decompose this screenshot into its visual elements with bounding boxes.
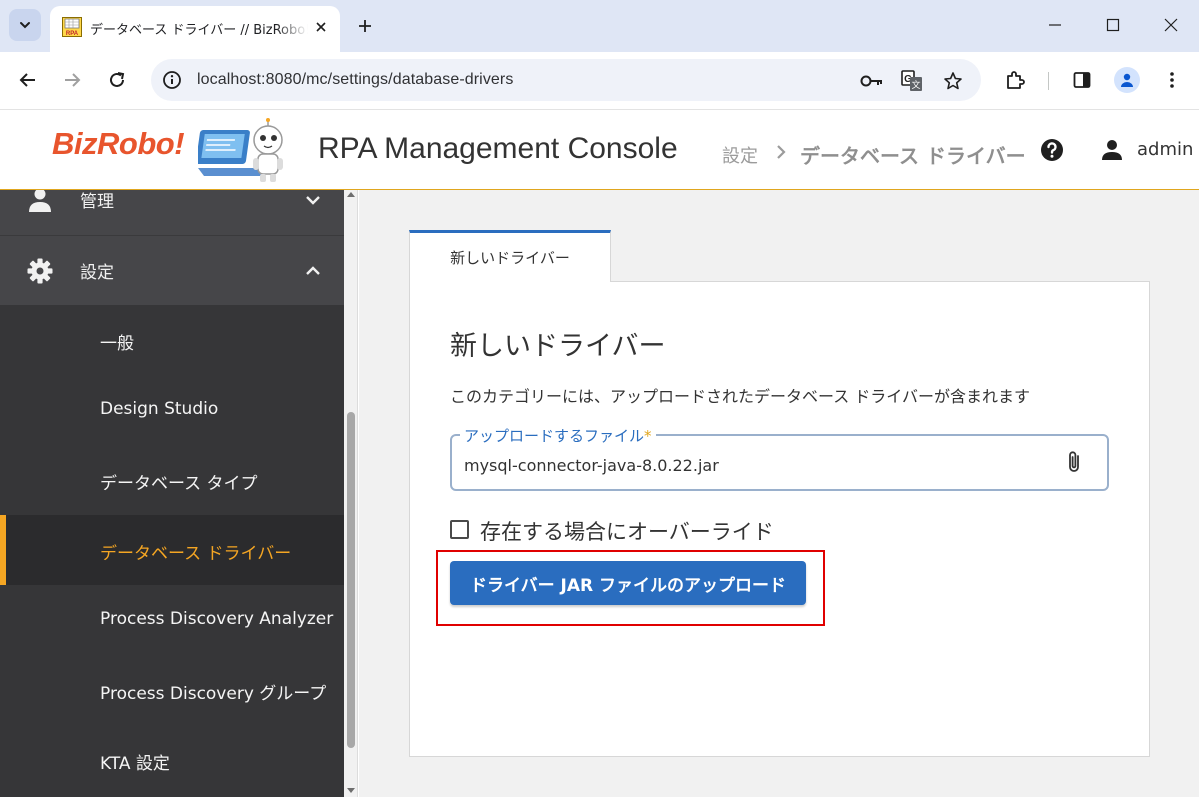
minimize-button[interactable] [1040, 10, 1070, 40]
logo-text: BizRobo! [52, 126, 185, 161]
url-text: localhost:8080/mc/settings/database-driv… [197, 71, 514, 88]
bookmark-button[interactable] [940, 68, 966, 94]
robot-logo-icon [198, 118, 283, 182]
rpa-favicon-icon: RPA [62, 17, 82, 37]
arrow-left-icon [19, 73, 35, 87]
scroll-up-arrow-icon[interactable] [347, 192, 355, 197]
back-button[interactable] [12, 64, 44, 96]
translate-button[interactable]: G文 [899, 68, 925, 94]
chevron-down-icon [20, 22, 30, 29]
scrollbar-thumb[interactable] [347, 412, 355, 748]
profile-button[interactable] [1111, 64, 1143, 96]
tab-label: 新しいドライバー [450, 249, 570, 267]
sidebar-item-design-studio[interactable]: Design Studio [0, 375, 344, 445]
sidebar-item-label: 一般 [100, 334, 134, 354]
tab-title: データベース ドライバー // BizRobo! Management Cons… [90, 23, 308, 38]
sidebar-item-label: KTA 設定 [100, 754, 170, 774]
side-panel-icon [1073, 72, 1091, 88]
field-label-text: アップロードするファイル [464, 427, 645, 445]
tab-new-driver[interactable]: 新しいドライバー [409, 230, 611, 282]
main-content: 新しいドライバー 新しいドライバー このカテゴリーには、アップロードされたデータ… [359, 190, 1199, 797]
svg-text:文: 文 [911, 79, 920, 91]
sidebar-item-label: Process Discovery Analyzer [100, 609, 334, 629]
sidebar-scrollbar[interactable] [344, 190, 358, 797]
card-title: 新しいドライバー [450, 331, 666, 362]
key-icon [860, 75, 882, 87]
sidebar-item-kta-settings[interactable]: KTA 設定 [0, 725, 344, 795]
toolbar-separator [1048, 72, 1049, 90]
maximize-icon [1106, 18, 1120, 32]
person-icon [29, 190, 51, 212]
more-vertical-icon [1170, 72, 1174, 88]
window-close-button[interactable] [1156, 10, 1186, 40]
scroll-down-arrow-icon[interactable] [347, 788, 355, 793]
sidebar: 管理 設定 一般 Design Studio データベース タイプ データベース… [0, 190, 344, 797]
sidebar-item-label: 管理 [80, 192, 114, 212]
upload-file-value: mysql-connector-java-8.0.22.jar [464, 456, 719, 475]
help-icon[interactable] [1040, 138, 1064, 162]
arrow-right-icon [65, 73, 81, 87]
new-tab-button[interactable] [352, 13, 378, 39]
sidebar-item-admin[interactable]: 管理 [0, 190, 344, 235]
close-icon [316, 22, 326, 32]
reload-button[interactable] [101, 64, 133, 96]
browser-toolbar: localhost:8080/mc/settings/database-driv… [0, 52, 1199, 110]
extensions-button[interactable] [999, 64, 1031, 96]
translate-icon: G文 [901, 70, 922, 91]
paperclip-icon[interactable] [1063, 449, 1085, 475]
puzzle-icon [1007, 71, 1025, 89]
gear-icon [27, 258, 53, 284]
required-mark: * [644, 427, 652, 445]
override-checkbox-label[interactable]: 存在する場合にオーバーライド [480, 516, 774, 546]
reload-icon [110, 72, 125, 87]
card-description: このカテゴリーには、アップロードされたデータベース ドライバーが含まれます [450, 387, 1030, 406]
chevron-up-icon [306, 266, 320, 275]
breadcrumb-settings[interactable]: 設定 [722, 142, 758, 168]
app-header: BizRobo! RPA Management Console 設定 データベー… [0, 110, 1199, 190]
chevron-right-icon [777, 145, 786, 159]
person-icon [1121, 73, 1133, 87]
app-title: RPA Management Console [318, 132, 678, 165]
minimize-icon [1049, 24, 1061, 26]
browser-tab-strip: RPA データベース ドライバー // BizRobo! Management … [0, 0, 1199, 52]
sidebar-item-process-discovery-analyzer[interactable]: Process Discovery Analyzer [0, 585, 344, 655]
close-icon [1164, 18, 1178, 32]
site-info-icon[interactable] [161, 69, 183, 91]
sidebar-item-general[interactable]: 一般 [0, 305, 344, 375]
sidebar-item-label: 設定 [80, 263, 114, 283]
star-icon [944, 72, 962, 90]
upload-file-field-label: アップロードするファイル* [460, 425, 656, 446]
tab-close-button[interactable] [312, 18, 330, 36]
tab-search-button[interactable] [9, 9, 41, 41]
sidebar-item-database-types[interactable]: データベース タイプ [0, 445, 344, 515]
user-icon[interactable] [1100, 138, 1124, 162]
side-panel-button[interactable] [1066, 64, 1098, 96]
upload-file-field[interactable]: アップロードするファイル* mysql-connector-java-8.0.2… [450, 425, 1109, 491]
sidebar-item-label: Process Discovery グループ [100, 684, 327, 704]
sidebar-item-process-discovery-groups[interactable]: Process Discovery グループ [0, 655, 344, 725]
sidebar-item-label: Design Studio [100, 399, 219, 419]
maximize-button[interactable] [1098, 10, 1128, 40]
new-driver-card: 新しいドライバー このカテゴリーには、アップロードされたデータベース ドライバー… [409, 281, 1150, 757]
upload-driver-jar-button[interactable]: ドライバー JAR ファイルのアップロード [450, 561, 806, 605]
user-name[interactable]: admin [1137, 139, 1193, 160]
browser-menu-button[interactable] [1156, 64, 1188, 96]
password-key-button[interactable] [859, 68, 885, 94]
sidebar-item-label: データベース タイプ [100, 474, 258, 494]
avatar [1114, 67, 1140, 93]
breadcrumb-current: データベース ドライバー [800, 144, 1026, 168]
chevron-down-icon [306, 196, 320, 205]
favicon-text: RPA [66, 31, 79, 37]
sidebar-item-label: データベース ドライバー [100, 544, 292, 564]
override-checkbox[interactable] [450, 520, 469, 539]
plus-icon [359, 20, 371, 32]
forward-button[interactable] [56, 64, 88, 96]
breadcrumb-separator [772, 142, 790, 162]
address-bar[interactable]: localhost:8080/mc/settings/database-driv… [151, 59, 981, 101]
browser-tab-active[interactable]: RPA データベース ドライバー // BizRobo! Management … [50, 6, 340, 52]
sidebar-item-database-drivers[interactable]: データベース ドライバー [0, 515, 344, 585]
sidebar-item-settings[interactable]: 設定 [0, 235, 344, 305]
